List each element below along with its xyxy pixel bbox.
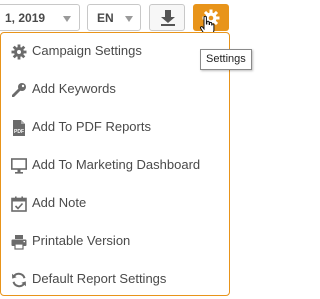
calendar-check-icon — [11, 196, 27, 212]
refresh-icon — [12, 272, 26, 288]
menu-item-label: Add Note — [32, 195, 87, 210]
gear-icon — [11, 44, 27, 60]
settings-button[interactable] — [193, 4, 229, 36]
menu-item-add-note[interactable]: Add Note — [1, 185, 229, 223]
printer-icon — [11, 235, 27, 250]
menu-item-label: Default Report Settings — [32, 271, 167, 286]
download-arrow-icon — [161, 10, 175, 26]
menu-item-printable-version[interactable]: Printable Version — [1, 223, 229, 261]
menu-item-label: Add Keywords — [32, 81, 116, 96]
language-value: EN — [97, 11, 114, 25]
menu-item-add-to-pdf-reports[interactable]: PDF Add To PDF Reports — [1, 109, 229, 147]
chevron-down-icon — [125, 16, 133, 22]
menu-item-label: Add To Marketing Dashboard — [32, 157, 201, 172]
menu-item-add-keywords[interactable]: Add Keywords — [1, 71, 229, 109]
menu-item-campaign-settings[interactable]: Campaign Settings — [1, 33, 229, 71]
settings-tooltip: Settings — [200, 49, 252, 70]
monitor-icon — [11, 158, 27, 174]
chevron-down-icon — [63, 16, 71, 22]
language-select[interactable]: EN — [87, 4, 141, 31]
date-range-select[interactable]: 1, 2019 — [0, 4, 80, 31]
menu-item-label: Add To PDF Reports — [32, 119, 151, 134]
menu-item-label: Campaign Settings — [32, 43, 142, 58]
pdf-icon: PDF — [13, 120, 25, 136]
menu-item-add-to-marketing-dashboard[interactable]: Add To Marketing Dashboard — [1, 147, 229, 185]
menu-item-default-report-settings[interactable]: Default Report Settings — [1, 261, 229, 299]
svg-text:PDF: PDF — [14, 129, 24, 135]
download-button[interactable] — [149, 4, 185, 31]
settings-dropdown-menu: Campaign Settings Add Keywords PDF Add T… — [0, 32, 230, 296]
date-range-value: 1, 2019 — [5, 11, 46, 25]
menu-item-label: Printable Version — [32, 233, 131, 248]
key-icon — [12, 83, 26, 97]
